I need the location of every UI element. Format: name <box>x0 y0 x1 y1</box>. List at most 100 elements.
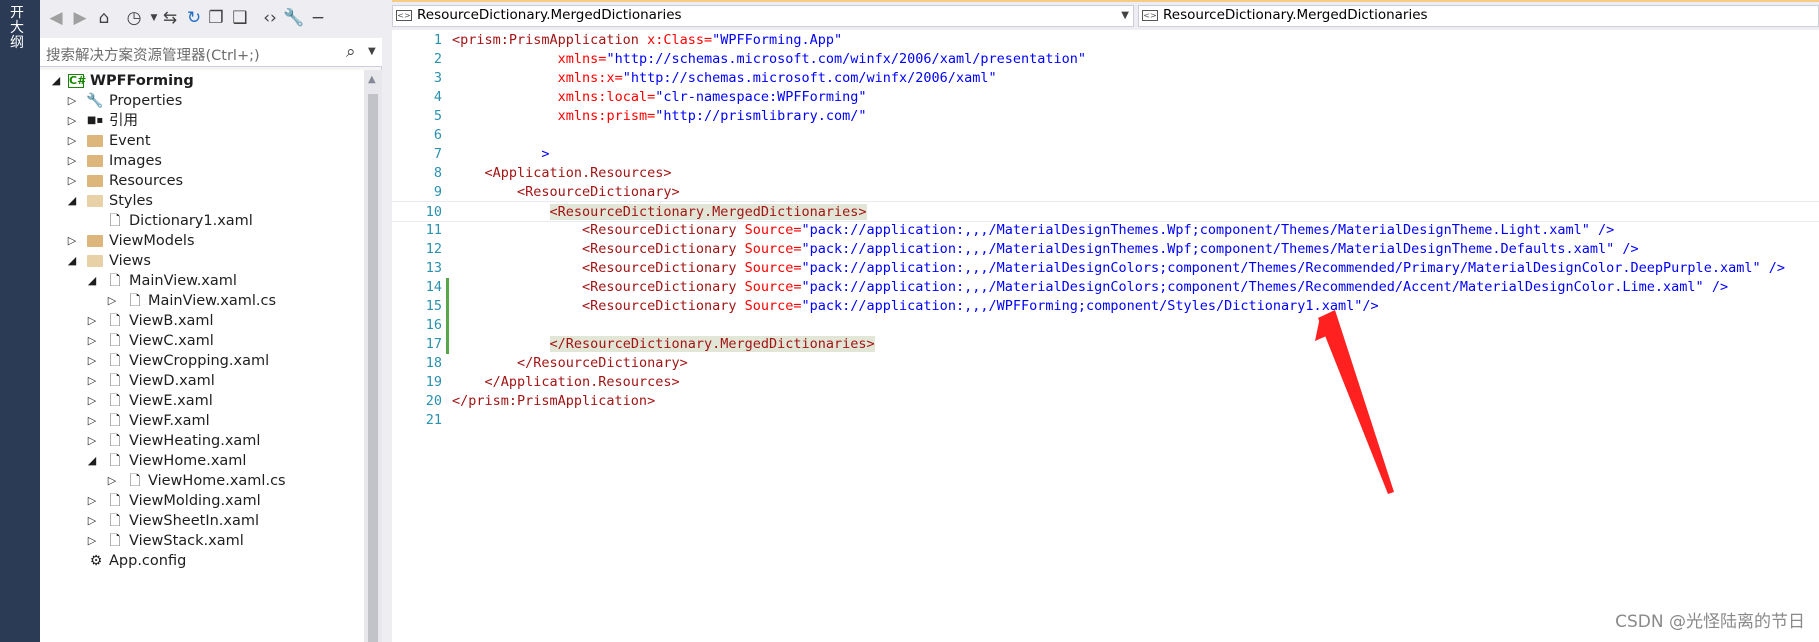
collapsed-arrow-icon[interactable]: ▷ <box>86 370 98 392</box>
code-line-current[interactable]: 10 <ResourceDictionary.MergedDictionarie… <box>392 201 1819 222</box>
tree-item-viewc[interactable]: ▷ 🗋 ViewC.xaml <box>40 330 364 352</box>
code-line[interactable]: 21 <box>392 411 1819 430</box>
code-line[interactable]: 15 <ResourceDictionary Source="pack://ap… <box>392 297 1819 316</box>
tree-item-viewheating[interactable]: ▷ 🗋 ViewHeating.xaml <box>40 430 364 452</box>
collapsed-arrow-icon[interactable]: ▷ <box>66 130 78 152</box>
collapse-all-icon[interactable]: ❐ <box>206 8 226 28</box>
code-line[interactable]: 1 <prism:PrismApplication x:Class="WPFFo… <box>392 31 1819 50</box>
code-line[interactable]: 20 </prism:PrismApplication> <box>392 392 1819 411</box>
code-line[interactable]: 13 <ResourceDictionary Source="pack://ap… <box>392 259 1819 278</box>
xml-tag: <Application.Resources> <box>484 165 672 181</box>
expanded-arrow-icon[interactable]: ◢ <box>86 450 98 472</box>
collapsed-arrow-icon[interactable]: ▷ <box>86 410 98 432</box>
tree-item-viewf[interactable]: ▷ 🗋 ViewF.xaml <box>40 410 364 432</box>
tree-item-resources-folder[interactable]: ▷ Resources <box>40 170 364 192</box>
back-icon[interactable]: ◀ <box>46 8 66 28</box>
refresh-icon[interactable]: ↻ <box>184 8 204 28</box>
code-line[interactable]: 4 xmlns:local="clr-namespace:WPFForming" <box>392 88 1819 107</box>
code-area[interactable]: 1 <prism:PrismApplication x:Class="WPFFo… <box>392 30 1819 642</box>
tree-item-label: App.config <box>109 553 187 569</box>
tree-item-viewmolding[interactable]: ▷ 🗋 ViewMolding.xaml <box>40 490 364 512</box>
code-line[interactable]: 3 xmlns:x="http://schemas.microsoft.com/… <box>392 69 1819 88</box>
collapsed-arrow-icon[interactable]: ▷ <box>66 90 78 112</box>
tree-item-viewhome[interactable]: ◢ 🗋 ViewHome.xaml <box>40 450 364 472</box>
collapsed-arrow-icon[interactable]: ▷ <box>66 230 78 252</box>
view-code-icon[interactable]: ‹› <box>260 8 280 28</box>
scroll-up-icon[interactable]: ▲ <box>368 74 376 85</box>
tree-item-app-config[interactable]: ⚙ App.config <box>40 550 364 572</box>
show-all-files-icon[interactable]: ❑ <box>230 8 250 28</box>
home-icon[interactable]: ⌂ <box>94 8 114 28</box>
tree-item-viewstack[interactable]: ▷ 🗋 ViewStack.xaml <box>40 530 364 552</box>
search-options-dropdown-icon[interactable]: ▼ <box>368 46 376 57</box>
member-navigation-dropdown[interactable]: <> ResourceDictionary.MergedDictionaries <box>1138 5 1819 27</box>
tree-item-images-folder[interactable]: ▷ Images <box>40 150 364 172</box>
collapsed-arrow-icon[interactable]: ▷ <box>86 350 98 372</box>
tree-scrollbar[interactable]: ▲ <box>364 70 382 642</box>
search-icon[interactable]: ⌕ <box>346 42 356 62</box>
tree-item-viewcropping[interactable]: ▷ 🗋 ViewCropping.xaml <box>40 350 364 372</box>
type-navigation-dropdown[interactable]: <> ResourceDictionary.MergedDictionaries… <box>392 5 1134 27</box>
explorer-search-box[interactable]: 搜索解决方案资源管理器(Ctrl+;) ⌕ ▼ <box>40 38 382 67</box>
code-line[interactable]: 12 <ResourceDictionary Source="pack://ap… <box>392 240 1819 259</box>
forward-icon[interactable]: ▶ <box>70 8 90 28</box>
tree-item-mainview-xaml[interactable]: ◢ 🗋 MainView.xaml <box>40 270 364 292</box>
chevron-down-icon[interactable]: ▼ <box>1121 6 1129 26</box>
collapsed-arrow-icon[interactable]: ▷ <box>86 310 98 332</box>
collapsed-arrow-icon[interactable]: ▷ <box>86 330 98 352</box>
tree-item-styles-folder[interactable]: ◢ Styles <box>40 190 364 212</box>
xaml-file-icon: 🗋 <box>109 313 121 329</box>
tree-item-views-folder[interactable]: ◢ Views <box>40 250 364 272</box>
preview-icon[interactable]: − <box>308 8 328 28</box>
collapsed-arrow-icon[interactable]: ▷ <box>86 530 98 552</box>
tree-item-project[interactable]: ◢ C# WPFForming <box>40 70 364 92</box>
expanded-arrow-icon[interactable]: ◢ <box>50 70 62 92</box>
code-line[interactable]: 5 xmlns:prism="http://prismlibrary.com/" <box>392 107 1819 126</box>
tree-item-viewmodels-folder[interactable]: ▷ ViewModels <box>40 230 364 252</box>
code-line[interactable]: 17 </ResourceDictionary.MergedDictionari… <box>392 335 1819 354</box>
collapsed-arrow-icon[interactable]: ▷ <box>106 470 118 492</box>
tree-item-references[interactable]: ▷ ■▪ 引用 <box>40 110 364 132</box>
expanded-arrow-icon[interactable]: ◢ <box>86 270 98 292</box>
tree-item-viewd[interactable]: ▷ 🗋 ViewD.xaml <box>40 370 364 392</box>
collapsed-arrow-icon[interactable]: ▷ <box>86 390 98 412</box>
collapsed-arrow-icon[interactable]: ▷ <box>66 150 78 172</box>
tree-item-viewsheetin[interactable]: ▷ 🗋 ViewSheetIn.xaml <box>40 510 364 532</box>
collapsed-arrow-icon[interactable]: ▷ <box>106 290 118 312</box>
sync-icon[interactable]: ⇆ <box>160 8 180 28</box>
code-line[interactable]: 19 </Application.Resources> <box>392 373 1819 392</box>
code-line[interactable]: 18 </ResourceDictionary> <box>392 354 1819 373</box>
outline-tab-label[interactable]: 开大纲 <box>10 6 30 51</box>
tree-item-mainview-cs[interactable]: ▷ 🗋 MainView.xaml.cs <box>40 290 364 312</box>
code-line[interactable]: 9 <ResourceDictionary> <box>392 183 1819 202</box>
collapsed-arrow-icon[interactable]: ▷ <box>86 430 98 452</box>
line-number: 20 <box>425 393 442 409</box>
history-icon[interactable]: ◷ <box>124 8 144 28</box>
properties-wrench-icon[interactable]: 🔧 <box>283 8 304 28</box>
splitter[interactable] <box>382 0 392 642</box>
code-line[interactable]: 11 <ResourceDictionary Source="pack://ap… <box>392 221 1819 240</box>
scrollbar-thumb[interactable] <box>368 94 378 642</box>
tree-item-label: ViewD.xaml <box>129 373 215 389</box>
code-line[interactable]: 16 <box>392 316 1819 335</box>
tree-item-properties[interactable]: ▷ 🔧 Properties <box>40 90 364 112</box>
tree-item-viewb[interactable]: ▷ 🗋 ViewB.xaml <box>40 310 364 332</box>
code-line[interactable]: 14 <ResourceDictionary Source="pack://ap… <box>392 278 1819 297</box>
search-input[interactable]: 搜索解决方案资源管理器(Ctrl+;) <box>46 44 260 65</box>
expanded-arrow-icon[interactable]: ◢ <box>66 250 78 272</box>
left-tool-strip[interactable]: 开大纲 <box>0 0 40 642</box>
code-line[interactable]: 2 xmlns="http://schemas.microsoft.com/wi… <box>392 50 1819 69</box>
expanded-arrow-icon[interactable]: ◢ <box>66 190 78 212</box>
collapsed-arrow-icon[interactable]: ▷ <box>66 110 78 132</box>
tree-item-viewhome-cs[interactable]: ▷ 🗋 ViewHome.xaml.cs <box>40 470 364 492</box>
collapsed-arrow-icon[interactable]: ▷ <box>66 170 78 192</box>
collapsed-arrow-icon[interactable]: ▷ <box>86 490 98 512</box>
tree-item-viewe[interactable]: ▷ 🗋 ViewE.xaml <box>40 390 364 412</box>
tree-item-event-folder[interactable]: ▷ Event <box>40 130 364 152</box>
code-line[interactable]: 6 <box>392 126 1819 145</box>
line-number: 13 <box>425 260 442 276</box>
code-line[interactable]: 7 > <box>392 145 1819 164</box>
collapsed-arrow-icon[interactable]: ▷ <box>86 510 98 532</box>
code-line[interactable]: 8 <Application.Resources> <box>392 164 1819 183</box>
tree-item-dictionary1[interactable]: 🗋 Dictionary1.xaml <box>40 210 364 232</box>
